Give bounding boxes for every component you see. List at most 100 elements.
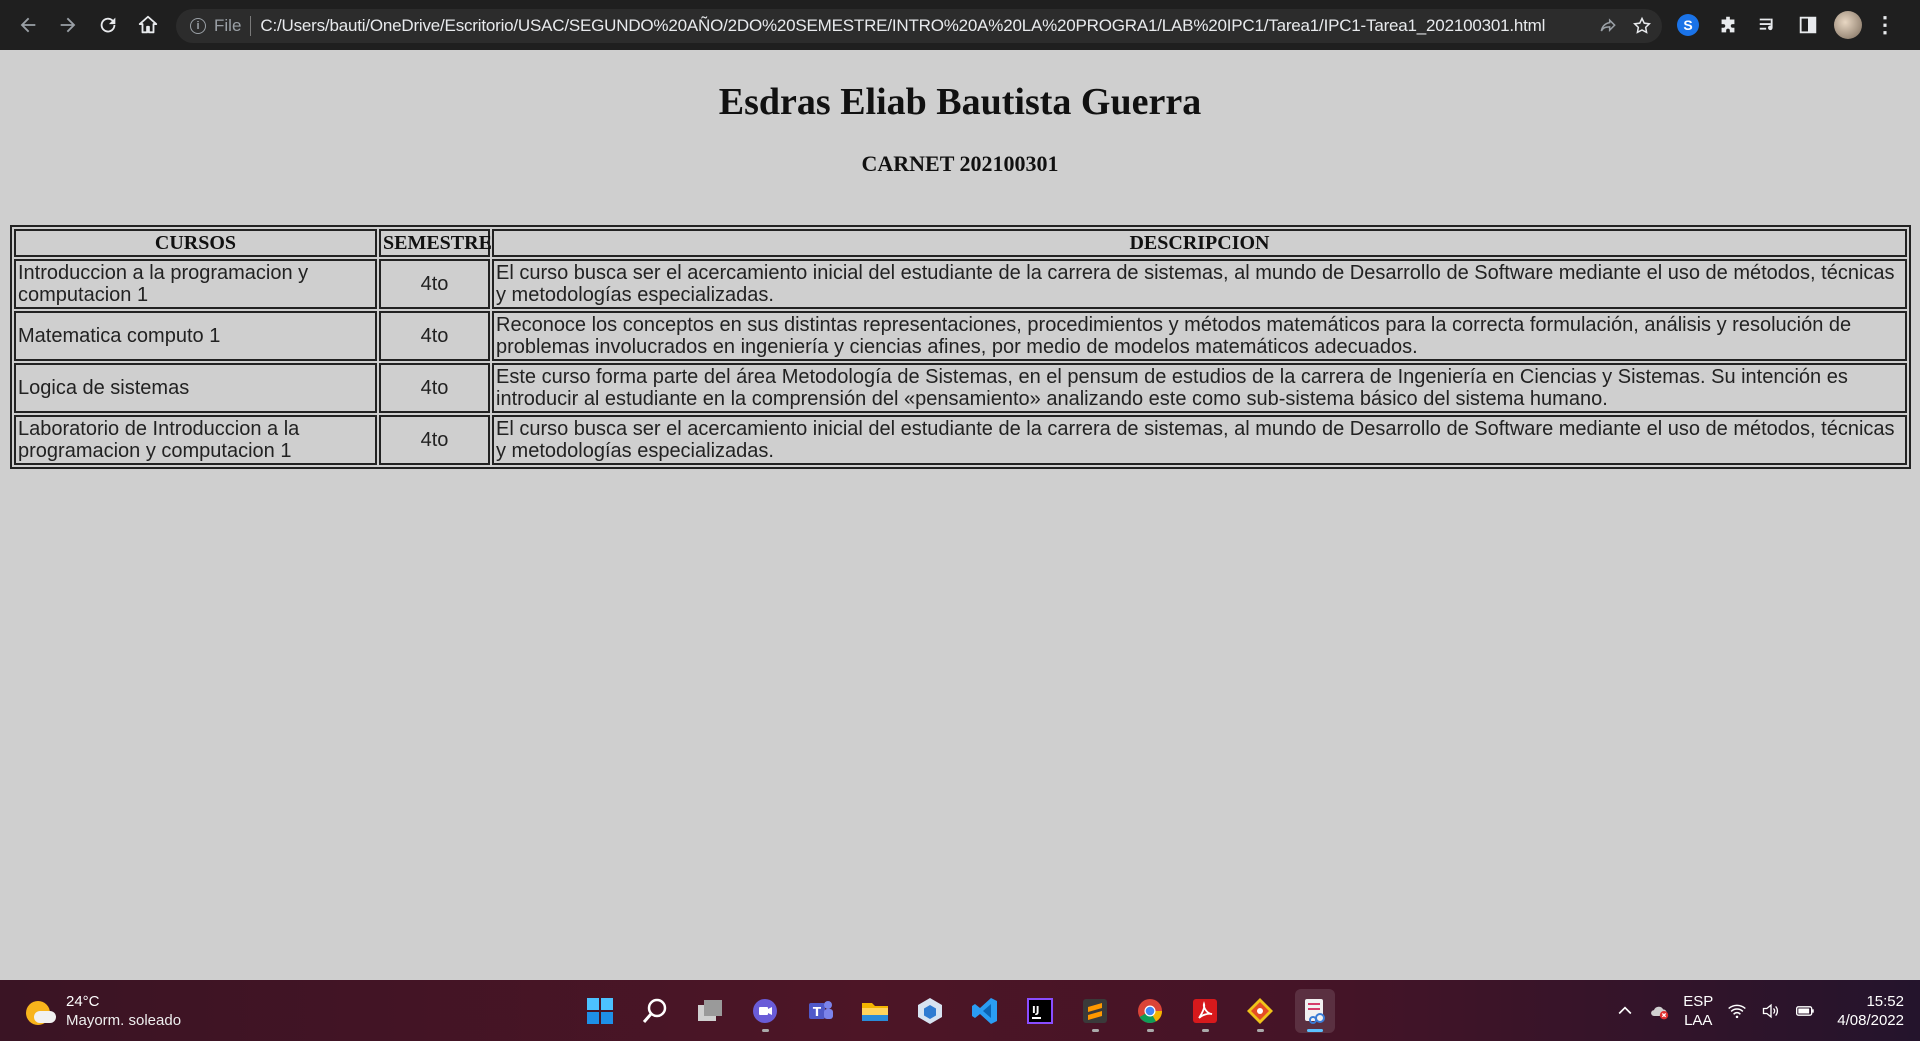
weather-condition: Mayorm. soleado bbox=[66, 1012, 182, 1029]
arrow-left-icon bbox=[20, 17, 36, 33]
weather-temperature: 24°C bbox=[66, 993, 100, 1010]
side-panel-button[interactable] bbox=[1794, 11, 1822, 39]
semester-cell: 4to bbox=[379, 363, 490, 413]
chat-icon bbox=[753, 999, 777, 1023]
windows-taskbar: 24°C Mayorm. soleado T IJ ESP LAA 15:52 … bbox=[0, 980, 1920, 1041]
table-row: Laboratorio de Introduccion a la program… bbox=[14, 415, 1907, 465]
taskbar-apps: T IJ bbox=[580, 986, 1335, 1036]
search-icon bbox=[642, 998, 667, 1023]
language-code: ESP bbox=[1683, 992, 1714, 1010]
clock[interactable]: 15:52 4/08/2022 bbox=[1837, 992, 1904, 1030]
chevron-up-icon[interactable] bbox=[1615, 1001, 1635, 1021]
forward-button[interactable] bbox=[48, 0, 88, 50]
file-explorer-button[interactable] bbox=[855, 989, 895, 1033]
description-cell: Reconoce los conceptos en sus distintas … bbox=[492, 311, 1907, 361]
acrobat-button[interactable] bbox=[1185, 989, 1225, 1033]
folder-icon bbox=[862, 1003, 888, 1021]
course-name-cell: Logica de sistemas bbox=[14, 363, 377, 413]
extension-button[interactable]: S bbox=[1674, 11, 1702, 39]
svg-text:T: T bbox=[813, 1005, 822, 1019]
playlist-icon bbox=[1759, 18, 1773, 31]
semester-cell: 4to bbox=[379, 259, 490, 309]
page-title: Esdras Eliab Bautista Guerra bbox=[718, 81, 1202, 123]
wifi-icon[interactable] bbox=[1727, 1001, 1747, 1021]
media-control-button[interactable] bbox=[1754, 11, 1782, 39]
puzzle-icon bbox=[1721, 16, 1735, 33]
profile-avatar[interactable] bbox=[1834, 11, 1862, 39]
address-bar-actions bbox=[1598, 9, 1652, 43]
snipping-tool-button[interactable] bbox=[1295, 989, 1335, 1033]
windows-icon bbox=[587, 998, 613, 1024]
cube-icon bbox=[918, 998, 942, 1024]
vscode-icon bbox=[972, 998, 997, 1024]
svg-text:IJ: IJ bbox=[1032, 1005, 1039, 1016]
keyboard-layout: LAA bbox=[1684, 1011, 1713, 1029]
share-icon[interactable] bbox=[1598, 16, 1618, 36]
vscode-button[interactable] bbox=[965, 989, 1005, 1033]
volume-icon[interactable] bbox=[1761, 1001, 1781, 1021]
teams-icon: T bbox=[809, 1001, 833, 1019]
semester-cell: 4to bbox=[379, 415, 490, 465]
reload-icon bbox=[100, 17, 116, 33]
web-page: Esdras Eliab Bautista Guerra CARNET 2021… bbox=[0, 50, 1920, 980]
side-panel-icon bbox=[1799, 16, 1817, 34]
weather-widget[interactable]: 24°C Mayorm. soleado bbox=[26, 992, 181, 1030]
sublime-icon bbox=[1083, 999, 1107, 1023]
course-name-cell: Introduccion a la programacion y computa… bbox=[14, 259, 377, 309]
address-bar[interactable]: i File C:/Users/bauti/OneDrive/Escritori… bbox=[176, 9, 1662, 43]
table-row: Matematica computo 1 4to Reconoce los co… bbox=[14, 311, 1907, 361]
info-icon[interactable]: i bbox=[190, 18, 206, 34]
git-icon bbox=[1247, 998, 1273, 1024]
battery-icon[interactable] bbox=[1795, 1001, 1815, 1021]
divider bbox=[250, 16, 252, 36]
extensions-area: S ⋮ bbox=[1674, 0, 1896, 50]
arrow-right-icon bbox=[60, 17, 76, 33]
course-name-cell: Matematica computo 1 bbox=[14, 311, 377, 361]
course-name-cell: Laboratorio de Introduccion a la program… bbox=[14, 415, 377, 465]
clock-time: 15:52 bbox=[1866, 992, 1904, 1010]
home-button[interactable] bbox=[128, 0, 168, 50]
intellij-button[interactable]: IJ bbox=[1020, 989, 1060, 1033]
chat-button[interactable] bbox=[745, 989, 785, 1033]
reload-button[interactable] bbox=[88, 0, 128, 50]
column-header-cursos: CURSOS bbox=[14, 229, 377, 257]
carnet-subtitle: CARNET 202100301 bbox=[861, 151, 1059, 176]
search-button[interactable] bbox=[635, 989, 675, 1033]
url-scheme-label: File bbox=[214, 16, 242, 35]
virtualbox-button[interactable] bbox=[910, 989, 950, 1033]
chrome-button[interactable] bbox=[1130, 989, 1170, 1033]
courses-table: CURSOS SEMESTRE DESCRIPCION Introduccion… bbox=[10, 225, 1911, 469]
onedrive-error-icon[interactable] bbox=[1649, 1001, 1669, 1021]
task-view-icon bbox=[698, 1000, 722, 1021]
back-button[interactable] bbox=[8, 0, 48, 50]
clock-date: 4/08/2022 bbox=[1837, 1011, 1904, 1029]
column-header-semestre: SEMESTRE bbox=[379, 229, 492, 257]
description-cell: El curso busca ser el acercamiento inici… bbox=[492, 259, 1907, 309]
description-cell: Este curso forma parte del área Metodolo… bbox=[492, 363, 1907, 413]
table-row: Logica de sistemas 4to Este curso forma … bbox=[14, 363, 1907, 413]
system-tray: ESP LAA 15:52 4/08/2022 bbox=[1615, 980, 1904, 1041]
pdf-icon bbox=[1193, 999, 1217, 1023]
column-header-descripcion: DESCRIPCION bbox=[492, 229, 1907, 257]
description-cell: El curso busca ser el acercamiento inici… bbox=[492, 415, 1907, 465]
task-view-button[interactable] bbox=[690, 989, 730, 1033]
git-client-button[interactable] bbox=[1240, 989, 1280, 1033]
start-button[interactable] bbox=[580, 989, 620, 1033]
browser-toolbar: i File C:/Users/bauti/OneDrive/Escritori… bbox=[0, 0, 1920, 50]
extension-logo-icon: S bbox=[1677, 14, 1699, 36]
extensions-button[interactable] bbox=[1714, 11, 1742, 39]
chrome-icon bbox=[1138, 999, 1162, 1024]
teams-button[interactable]: T bbox=[800, 989, 840, 1033]
sublime-button[interactable] bbox=[1075, 989, 1115, 1033]
star-icon[interactable] bbox=[1632, 16, 1652, 36]
semester-cell: 4to bbox=[379, 311, 490, 361]
home-icon bbox=[138, 15, 158, 34]
intellij-icon: IJ bbox=[1027, 998, 1053, 1024]
snipping-icon bbox=[1305, 999, 1325, 1024]
table-row: Introduccion a la programacion y computa… bbox=[14, 259, 1907, 309]
table-header-row: CURSOS SEMESTRE DESCRIPCION bbox=[14, 229, 1907, 257]
partly-sunny-icon bbox=[26, 997, 56, 1025]
language-indicator[interactable]: ESP LAA bbox=[1683, 992, 1713, 1030]
menu-kebab-icon[interactable]: ⋮ bbox=[1874, 12, 1896, 38]
url-text[interactable]: C:/Users/bauti/OneDrive/Escritorio/USAC/… bbox=[260, 16, 1545, 36]
